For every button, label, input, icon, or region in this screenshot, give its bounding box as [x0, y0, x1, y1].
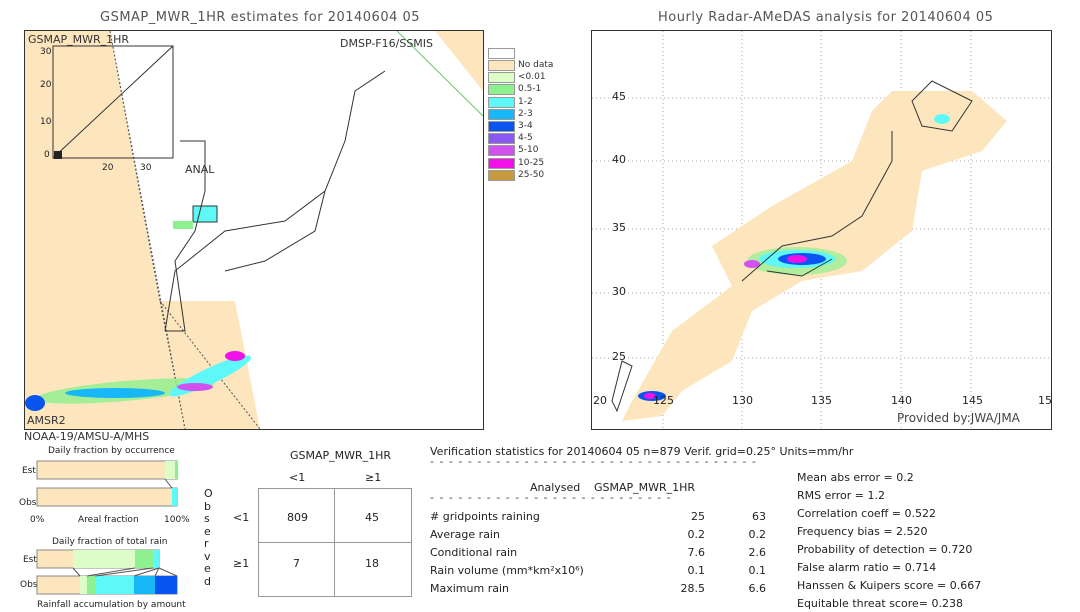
score: Equitable threat score= 0.238 — [797, 597, 963, 610]
legend-swatch — [488, 145, 515, 157]
score: Hanssen & Kuipers score = 0.667 — [797, 579, 982, 592]
right-map — [591, 30, 1052, 430]
score: RMS error = 1.2 — [797, 489, 885, 502]
score: Probability of detection = 0.720 — [797, 543, 973, 556]
legend-label: 10-25 — [518, 157, 545, 168]
occurrence-title: Daily fraction by occurrence — [48, 446, 175, 456]
sensor-below-label: NOAA-19/AMSU-A/MHS — [24, 430, 150, 443]
lon-tick: 140 — [891, 394, 912, 407]
stat-label: Conditional rain — [430, 546, 518, 559]
stat-label: Maximum rain — [430, 582, 509, 595]
legend-swatch — [488, 133, 515, 145]
right-map-canvas — [592, 31, 1051, 429]
stat-product: 0.1 — [748, 564, 767, 577]
lat-tick: 20 — [593, 394, 607, 407]
lon-tick: 135 — [811, 394, 832, 407]
inset-tick: 30 — [40, 47, 52, 57]
stat-analysed: 0.1 — [687, 564, 706, 577]
legend-swatch-blank — [488, 48, 515, 59]
left-map-canvas — [25, 30, 484, 430]
legend-label: <0.01 — [518, 72, 546, 83]
stat-product: 2.6 — [748, 546, 767, 559]
est-label: Est — [23, 555, 37, 565]
legend-swatch — [488, 96, 515, 108]
score: Correlation coeff = 0.522 — [797, 507, 936, 520]
lat-tick: 30 — [612, 285, 626, 298]
contingency-table: 809 45 7 18 — [258, 488, 412, 597]
lat-tick: 40 — [612, 153, 626, 166]
legend-label: 5-10 — [518, 145, 539, 156]
stat-analysed: 28.5 — [680, 582, 706, 595]
stat-label: # gridpoints raining — [430, 510, 540, 523]
divider: - - - - - - - - - - - - - - - - - - - - … — [430, 491, 672, 504]
stat-analysed: 25 — [691, 510, 705, 523]
legend-label: 2-3 — [518, 108, 533, 119]
lon-tick: 15 — [1038, 394, 1052, 407]
obs-label: Obs — [19, 498, 37, 508]
stat-analysed: 0.2 — [687, 528, 706, 541]
obs-label: Obs — [20, 580, 38, 590]
occ-obs-bar — [36, 487, 178, 507]
inset-tick: 20 — [40, 80, 52, 90]
lon-tick: 130 — [732, 394, 753, 407]
stat-product: 63 — [752, 510, 766, 523]
legend-label: 3-4 — [518, 121, 533, 131]
col-lt: <1 — [289, 471, 306, 484]
score: Mean abs error = 0.2 — [797, 471, 914, 484]
legend-swatch — [488, 60, 515, 71]
legend-label: 4-5 — [518, 133, 533, 144]
stat-product: 6.6 — [748, 582, 767, 595]
legend-swatch — [488, 108, 515, 120]
score: False alarm ratio = 0.714 — [797, 561, 937, 574]
cell-lt-ge: 45 — [365, 511, 379, 524]
occ-est-bar — [36, 460, 178, 480]
row-ge: ≥1 — [233, 557, 250, 570]
legend-swatch — [488, 121, 515, 132]
stat-label: Average rain — [430, 528, 500, 541]
stat-product: 0.2 — [748, 528, 767, 541]
row-lt: <1 — [233, 511, 250, 524]
legend-label: No data — [518, 60, 554, 70]
legend-swatch — [488, 84, 515, 96]
lat-tick: 25 — [612, 350, 626, 363]
credit: Provided by:JWA/JMA — [897, 411, 1020, 425]
left-map-title: GSMAP_MWR_1HR estimates for 20140604 05 — [100, 10, 421, 25]
fraction-bars — [36, 460, 178, 595]
inset-tick: 10 — [40, 117, 52, 127]
sensor-label: DMSP-F16/SSMIS — [340, 37, 434, 50]
legend-label: 1-2 — [518, 96, 533, 107]
stat-analysed: 7.6 — [687, 546, 706, 559]
anal-label: ANAL — [185, 163, 215, 176]
amsr-label: AMSR2 — [27, 414, 66, 427]
contingency-title: GSMAP_MWR_1HR — [290, 449, 392, 462]
left-map — [24, 30, 484, 430]
inset-tick: 30 — [140, 163, 152, 173]
legend-swatch — [488, 169, 515, 181]
legend-label: 25-50 — [518, 169, 545, 180]
lon-tick: 145 — [962, 394, 983, 407]
legend-swatch — [488, 157, 515, 169]
product-label: GSMAP_MWR_1HR — [28, 33, 130, 46]
legend-label: 0.5-1 — [518, 84, 542, 95]
lon-tick: 125 — [653, 394, 674, 407]
col-ge: ≥1 — [365, 471, 382, 484]
stat-label: Rain volume (mm*km²x10⁶) — [430, 564, 584, 577]
right-map-title: Hourly Radar-AMeDAS analysis for 2014060… — [658, 10, 994, 25]
lat-tick: 45 — [612, 90, 626, 103]
lat-tick: 35 — [612, 221, 626, 234]
cell-ge-lt: 7 — [293, 557, 300, 570]
est-label: Est — [22, 466, 36, 476]
inset-tick: 20 — [102, 163, 114, 173]
cell-ge-ge: 18 — [365, 557, 379, 570]
inset-tick: 0 — [44, 150, 50, 160]
legend-swatch — [488, 72, 515, 84]
accum-title: Rainfall accumulation by amount — [37, 600, 186, 610]
observed-label: Observed — [204, 487, 213, 588]
score: Frequency bias = 2.520 — [797, 525, 928, 538]
cell-hit-lt-lt: 809 — [287, 511, 308, 524]
divider: - - - - - - - - - - - - - - - - - - - - … — [430, 455, 757, 468]
